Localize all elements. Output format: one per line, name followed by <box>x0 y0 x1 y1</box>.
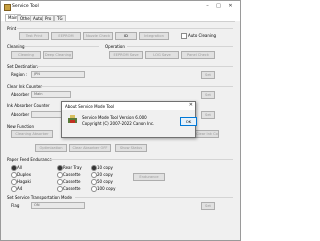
radio-hagaki-label: Hagaki <box>17 179 31 184</box>
auto-cleaning-label: Auto Cleaning <box>188 33 217 38</box>
radio-a4-label: A4 <box>17 186 23 191</box>
cleaning-button[interactable]: Cleaning <box>11 51 41 59</box>
radio-cassette-2-label: Cassette <box>63 179 81 184</box>
dialog-title-bar: About Service Mode Tool ✕ <box>62 102 195 110</box>
log-save-button[interactable]: LOG Save <box>145 51 179 59</box>
radio-20-copy-label: 20 copy <box>97 172 113 177</box>
eeprom-save-button[interactable]: EEPROM Save <box>109 51 143 59</box>
optimization-button[interactable]: Optimization <box>35 144 67 152</box>
divider <box>17 28 233 29</box>
id-button[interactable]: ID <box>115 32 137 40</box>
deep-cleaning-button[interactable]: Deep Cleaning <box>43 51 73 59</box>
clear-absorber-off-button[interactable]: Clear Absorber OFF <box>69 144 111 152</box>
radio-cassette-1-label: Cassette <box>63 172 81 177</box>
divider <box>49 159 233 160</box>
transport-flag-label: Flag <box>11 203 20 208</box>
title-bar: Service Tool – □ ✕ <box>1 1 240 13</box>
operation-heading: Operation <box>105 44 125 49</box>
paper-feed-heading: Paper Feed Endurance <box>7 157 52 162</box>
ink-absorber-select[interactable] <box>31 111 63 118</box>
minimize-button[interactable]: – <box>203 3 212 10</box>
test-print-button[interactable]: Test Print <box>19 32 49 40</box>
transport-set-button[interactable]: Set <box>201 202 215 210</box>
dialog-copyright-text: Copyright (C) 2007-2022 Canon Inc. <box>82 121 155 126</box>
cleaning-absorber-button[interactable]: Cleaning Absorber <box>11 130 53 138</box>
transport-heading: Set Service Transportation Mode <box>7 195 72 200</box>
ink-counter-absorber-label: Absorber <box>11 92 30 97</box>
ink-counter-set-button[interactable]: Set <box>201 91 215 99</box>
app-icon <box>4 4 11 11</box>
endurance-button[interactable]: Endurance <box>133 173 165 181</box>
region-select[interactable]: JPN <box>31 71 85 78</box>
divider <box>41 86 233 87</box>
radio-10-copy-label: 10 copy <box>97 165 113 170</box>
print-heading: Print <box>7 26 17 31</box>
divider <box>127 46 233 47</box>
cleaning-heading: Cleaning <box>7 44 25 49</box>
window-title: Service Tool <box>12 4 39 9</box>
ink-absorber-heading: Ink Absorber Counter <box>7 103 50 108</box>
ink-absorber-set-button[interactable]: Set <box>201 111 215 119</box>
dialog-close-button[interactable]: ✕ <box>189 102 193 108</box>
printer-icon <box>68 115 77 123</box>
new-function-heading: New Function <box>7 124 35 129</box>
ok-button[interactable]: OK <box>180 117 197 126</box>
show-status-button[interactable]: Show Status <box>115 144 147 152</box>
ink-counter-heading: Clear Ink Counter <box>7 84 43 89</box>
clear-ink-counter-button[interactable]: Clear Ink Counter <box>195 130 219 138</box>
about-dialog: About Service Mode Tool ✕ Service Mode T… <box>61 101 197 138</box>
ink-counter-absorber-select[interactable]: Main <box>31 91 71 98</box>
maximize-button[interactable]: □ <box>214 3 223 10</box>
auto-cleaning-checkbox[interactable] <box>181 33 187 39</box>
radio-rear-tray-label: Rear Tray <box>63 165 82 170</box>
radio-50-copy-label: 50 copy <box>97 179 113 184</box>
radio-cassette-3-label: Cassette <box>63 186 81 191</box>
radio-100-copy-label: 100 copy <box>97 186 116 191</box>
integration-button[interactable]: Integration <box>139 32 169 40</box>
dialog-version-text: Service Mode Tool Version 6.000 <box>82 115 147 120</box>
divider <box>37 66 233 67</box>
radio-all-label: All <box>17 165 22 170</box>
eeprom-button[interactable]: EEPROM <box>51 32 81 40</box>
destination-heading: Set Destination <box>7 64 38 69</box>
nozzle-check-button[interactable]: Nozzle Check <box>83 32 113 40</box>
radio-duplex-label: Duplex <box>17 172 32 177</box>
region-label: Region : <box>11 72 28 77</box>
destination-set-button[interactable]: Set <box>201 71 215 79</box>
panel-check-button[interactable]: Panel Check <box>181 51 215 59</box>
main-window: Service Tool – □ ✕ Main Other Auto Pro T… <box>0 0 241 241</box>
dialog-title: About Service Mode Tool <box>65 103 115 109</box>
divider <box>25 46 99 47</box>
transport-flag-select[interactable]: ON <box>31 202 85 209</box>
close-button[interactable]: ✕ <box>226 3 235 10</box>
divider <box>75 197 233 198</box>
ink-absorber-label: Absorber <box>11 112 30 117</box>
